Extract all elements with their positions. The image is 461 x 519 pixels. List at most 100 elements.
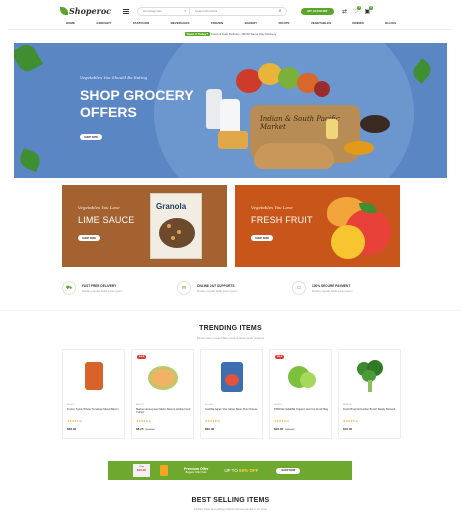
promo-text-2: $0.00 Same Day Delivery [242, 32, 277, 36]
hero-title: SHOP GROCERY OFFERS [80, 87, 194, 120]
product-category: FOODS [205, 404, 213, 406]
produce-image [344, 141, 374, 155]
offer-percent-value: 50% OFF [239, 468, 259, 473]
trending-title: TRENDING ITEMS [199, 325, 262, 332]
price-current: $20.00 [274, 427, 284, 431]
product-category: BUNDLE [343, 404, 352, 406]
chevron-down-icon: ▾ [184, 9, 187, 13]
sale-badge: SALE [275, 355, 284, 359]
product-image [215, 360, 249, 392]
trending-products: BULK-Y Frozen Sylvie Whole Tomatoes Mixe… [62, 349, 401, 439]
banner-title: FRESH FRUIT [251, 215, 313, 225]
rating-count: (1) [355, 420, 358, 423]
best-selling-subtitle: Explore these best selling products that… [194, 508, 267, 511]
feature-subtitle: Donkey popular belief ipsum ipsum [82, 289, 123, 293]
logo[interactable]: Shoperoc [60, 6, 111, 16]
offer-banner[interactable]: Only $20.00 Premium Offer Biggest Offer … [108, 461, 352, 480]
product-rating: ★★★★★ (1) [136, 419, 151, 423]
star-icons: ★★★★★ [343, 419, 355, 423]
banner-shop-button[interactable]: SHOP NOW [251, 235, 273, 241]
nut-image [167, 224, 171, 228]
menu-icon[interactable] [123, 8, 130, 14]
shopping-bag-icon [160, 465, 168, 476]
banner-kicker: Vegetables You Love [251, 205, 293, 210]
hero-shop-button[interactable]: SHOP NOW [80, 134, 102, 140]
search-bar: All Categories ▾ Search Products ⌕ [137, 6, 288, 16]
product-price: $20.00 $24.00 [274, 427, 294, 431]
fruit-image [331, 225, 365, 259]
product-image [353, 360, 387, 392]
leaf-icon [60, 7, 68, 15]
cart-icon[interactable]: ▣ 0 [364, 5, 374, 15]
account-button[interactable]: MY ACCOUNT [301, 7, 335, 15]
star-icons: ★★★★★ [205, 419, 217, 423]
granola-label: Granola [156, 202, 187, 211]
price-old: $24.00 [285, 427, 295, 431]
feature-title: 100% SECURE PAYMENT [312, 283, 351, 288]
feature-title: FAST FREE DELIVERY [82, 283, 117, 288]
product-card[interactable]: BUNDLE Fresh Broccoli Garden Bunch Ready… [338, 349, 401, 439]
banner-shop-button[interactable]: SHOP NOW [78, 235, 100, 241]
product-image [284, 360, 318, 392]
truck-icon: ⛟ [62, 281, 76, 295]
feature-item: ⛟ FAST FREE DELIVERY Donkey popular beli… [62, 281, 172, 295]
nav-item-vegetables[interactable]: VEGETABLES [311, 21, 331, 25]
header: Shoperoc All Categories ▾ Search Product… [60, 4, 402, 18]
nav-item-drinks[interactable]: DRINKS [352, 21, 364, 25]
product-image [146, 360, 180, 392]
section-divider [0, 310, 461, 311]
product-price: $10.00 [343, 427, 353, 431]
best-selling-title: BEST SELLING ITEMS [191, 497, 270, 504]
banner-lime-sauce[interactable]: Vegetables You Love LIME SAUCE SHOP NOW … [62, 185, 227, 267]
nut-image [171, 236, 175, 240]
feature-subtitle: Donkey popular belief ipsum ipsum [197, 289, 238, 293]
rating-count: (1) [79, 420, 82, 423]
price-tag-value: $20.00 [136, 468, 147, 472]
compare-icon[interactable]: ⇄ [342, 8, 347, 15]
nav-item-frozen[interactable]: FROZEN [211, 21, 223, 25]
product-name[interactable]: Gorbilla Japan Vine Italian Bean Plus Ch… [205, 408, 260, 411]
star-icons: ★★★★★ [274, 419, 286, 423]
feature-item: ▭ 100% SECURE PAYMENT Donkey popular bel… [292, 281, 402, 295]
offer-percent-prefix: UP TO [224, 468, 238, 473]
nav-item-beverages[interactable]: BEVERAGES [171, 21, 190, 25]
product-card[interactable]: FOODS Gorbilla Japan Vine Italian Bean P… [200, 349, 263, 439]
product-card[interactable]: SALE BULK-Y Marine Homegrown Melon Matur… [131, 349, 194, 439]
produce-image [314, 81, 330, 97]
banner-title: LIME SAUCE [78, 215, 135, 225]
bread-image [254, 143, 334, 169]
search-icon[interactable]: ⌕ [274, 8, 286, 14]
product-name[interactable]: Frozen Sylvie Whole Tomatoes Mixed Bacon [67, 408, 122, 411]
product-name[interactable]: Marine Homegrown Melon Mature Hollow Foo… [136, 408, 191, 415]
banner-fresh-fruit[interactable]: Vegetables You Love FRESH FRUIT SHOP NOW [235, 185, 400, 267]
granola-image: Granola [150, 193, 202, 259]
search-category-select[interactable]: All Categories ▾ [138, 7, 191, 15]
nav-item-blogs[interactable]: BLOGS [385, 21, 396, 25]
nav-item-bakery[interactable]: BAKERY [245, 21, 258, 25]
nav-item-home[interactable]: HOME [66, 21, 75, 25]
search-input[interactable]: Search Products [190, 9, 274, 13]
wishlist-count-badge: 0 [357, 5, 362, 10]
header-divider [8, 29, 453, 30]
product-rating: ★★★★★ (1) [67, 419, 82, 423]
feature-subtitle: Donkey popular belief ipsum ipsum [312, 289, 353, 293]
product-rating: ★★★★★ (1) [274, 419, 289, 423]
nav-item-fruits[interactable]: FRUITS [279, 21, 290, 25]
product-card[interactable]: BULK-Y Frozen Sylvie Whole Tomatoes Mixe… [62, 349, 125, 439]
product-name[interactable]: PRINCE CHEESE Organic raw lime Fresh Bag [274, 408, 329, 411]
wishlist-icon[interactable]: ♡ 0 [353, 5, 362, 15]
banner-kicker: Vegetables You Love [78, 205, 120, 210]
product-category: BULK-Y [67, 404, 75, 406]
star-icons: ★★★★★ [136, 419, 148, 423]
product-price: $60.00 [205, 427, 215, 431]
product-image [77, 360, 111, 392]
promo-strip: Need It Today? Fresh & Fast Delivery | $… [184, 32, 277, 36]
product-card[interactable]: SALE FRUITS PRINCE CHEESE Organic raw li… [269, 349, 332, 439]
product-name[interactable]: Fresh Broccoli Garden Bunch Ready Brocco… [343, 408, 398, 411]
offer-shop-button[interactable]: SHOP NOW [276, 467, 301, 474]
nav-item-grocery[interactable]: GROCERY [96, 21, 111, 25]
hero-shop-button-wrap: SHOP NOW [80, 134, 102, 140]
product-price: $8.25 $12.00 [136, 427, 155, 431]
trending-subtitle: Electric easy to stand Take a look at th… [197, 337, 264, 340]
nav-item-fastfood[interactable]: FASTFOOD [133, 21, 149, 25]
